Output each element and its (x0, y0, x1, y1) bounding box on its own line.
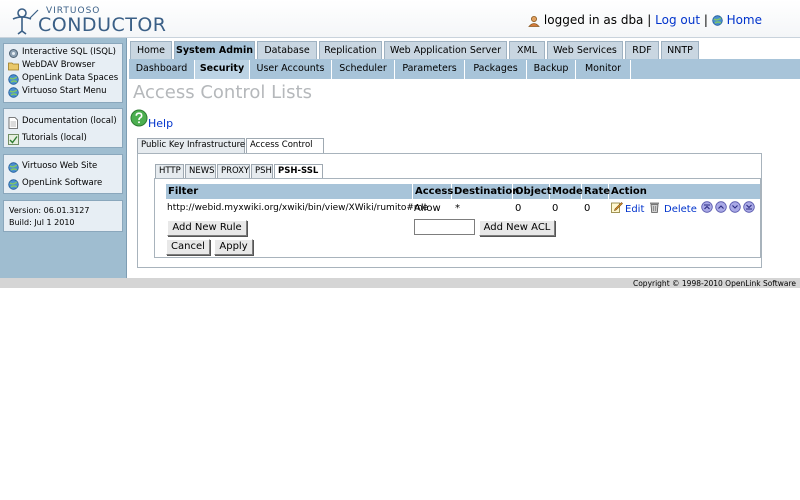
col-filter: Filter (166, 184, 413, 199)
conductor-logo-icon (12, 8, 39, 35)
separator: | (647, 13, 652, 27)
sidebar-item-tutorials[interactable]: Tutorials (local) (4, 133, 122, 146)
sidebar-item-label: OpenLink Data Spaces (22, 73, 119, 83)
sidebar-item-start-menu[interactable]: Virtuoso Start Menu (4, 86, 122, 99)
tab-replication[interactable]: Replication (319, 41, 382, 59)
sidebar-item-label: Virtuoso Web Site (22, 161, 98, 171)
version-text: Version: 06.01.3127 (9, 206, 90, 215)
tab-dashboard[interactable]: Dashboard (129, 60, 195, 79)
edit-link[interactable]: Edit (625, 204, 644, 215)
col-action: Action (611, 186, 647, 197)
tab-news[interactable]: NEWS (185, 164, 216, 178)
sidebar-item-documentation[interactable]: Documentation (local) (4, 116, 122, 133)
sidebar-item-isql[interactable]: Interactive SQL (ISQL) (4, 47, 122, 60)
tab-database[interactable]: Database (257, 41, 317, 59)
tab-proxy[interactable]: PROXY (217, 164, 250, 178)
delete-icon[interactable] (649, 201, 660, 213)
page-title: Access Control Lists (133, 82, 312, 103)
tab-nntp[interactable]: NNTP (661, 41, 699, 59)
header: VIRTUOSO CONDUCTOR logged in as dba | Lo… (0, 0, 800, 38)
tab-rdf[interactable]: RDF (625, 41, 659, 59)
build-text: Build: Jul 1 2010 (9, 218, 75, 227)
access-cell: Allow (414, 203, 441, 214)
tab-xml[interactable]: XML (509, 41, 545, 59)
globe-icon (8, 87, 19, 98)
sidebar-item-label: Interactive SQL (ISQL) (22, 47, 116, 57)
sidebar-item-label: Documentation (local) (22, 116, 117, 126)
cancel-button[interactable]: Cancel (166, 239, 210, 255)
tab-monitor[interactable]: Monitor (576, 60, 631, 79)
sidebar-item-virtuoso-site[interactable]: Virtuoso Web Site (4, 161, 122, 178)
col-destination: Destination (454, 184, 520, 199)
home-link[interactable]: Home (727, 13, 762, 27)
mode-cell: 0 (552, 203, 559, 214)
tab-parameters[interactable]: Parameters (395, 60, 465, 79)
globe-icon (8, 179, 19, 190)
sidebar-group-docs: Documentation (local) Tutorials (local) (3, 108, 123, 148)
tab-security[interactable]: Security (195, 60, 250, 79)
logo-big-text: CONDUCTOR (38, 14, 167, 36)
sidebar-version-box: Version: 06.01.3127 Build: Jul 1 2010 (3, 200, 123, 232)
sidebar-group-tools: Interactive SQL (ISQL) WebDAV Browser Op… (3, 43, 123, 103)
destination-cell: * (455, 203, 460, 214)
folder-icon (8, 62, 19, 71)
col-mode: Mode (552, 184, 583, 199)
edit-icon[interactable] (611, 201, 623, 213)
separator: | (703, 13, 708, 27)
home-globe-icon (712, 15, 723, 26)
add-new-acl-button[interactable]: Add New ACL (479, 220, 555, 236)
col-rate: Rate (584, 184, 611, 199)
tab-system-admin[interactable]: System Admin (174, 41, 255, 59)
sidebar: Interactive SQL (ISQL) WebDAV Browser Op… (0, 38, 127, 278)
globe-icon (8, 162, 19, 173)
conductor-logo: VIRTUOSO CONDUCTOR (8, 4, 166, 36)
rate-cell: 0 (584, 203, 591, 214)
gear-icon (9, 49, 18, 58)
tab-web-services[interactable]: Web Services (547, 41, 623, 59)
sidebar-item-label: Tutorials (local) (22, 133, 87, 143)
move-last-icon[interactable] (743, 201, 755, 213)
sidebar-item-webdav[interactable]: WebDAV Browser (4, 60, 122, 73)
move-up-icon[interactable] (715, 201, 727, 213)
tutorial-icon (8, 134, 19, 145)
tab-psh[interactable]: PSH (251, 164, 273, 178)
table-header: Filter Access Destination Object Mode Ra… (166, 184, 760, 199)
tab-user-accounts[interactable]: User Accounts (250, 60, 332, 79)
help-icon (130, 109, 148, 127)
move-first-icon[interactable] (701, 201, 713, 213)
sidebar-item-openlink[interactable]: OpenLink Software (4, 178, 122, 191)
object-cell: 0 (515, 203, 522, 214)
add-new-rule-button[interactable]: Add New Rule (167, 220, 247, 236)
tab-web-application-server[interactable]: Web Application Server (384, 41, 507, 59)
sidebar-item-label: WebDAV Browser (22, 60, 96, 70)
move-down-icon[interactable] (729, 201, 741, 213)
tab-scheduler[interactable]: Scheduler (332, 60, 395, 79)
tab-psh-ssl[interactable]: PSH-SSL (274, 164, 323, 178)
tab-access-control[interactable]: Access Control (246, 138, 324, 153)
tab-public-key-infrastructure[interactable]: Public Key Infrastructure (137, 138, 245, 153)
user-icon (528, 15, 540, 27)
sidebar-item-label: OpenLink Software (22, 178, 103, 188)
col-access: Access (415, 184, 454, 199)
delete-link[interactable]: Delete (664, 204, 697, 215)
user-bar: logged in as dba | Log out | Home (528, 13, 762, 27)
globe-icon (8, 74, 19, 85)
tab-home[interactable]: Home (130, 41, 172, 59)
col-object: Object (515, 184, 552, 199)
acl-name-input[interactable] (414, 219, 475, 235)
copyright-text: Copyright © 1998-2010 OpenLink Software (632, 279, 796, 288)
apply-button[interactable]: Apply (214, 239, 253, 255)
sub-tabs-bar: Dashboard Security User Accounts Schedul… (129, 59, 800, 79)
tab-packages[interactable]: Packages (465, 60, 527, 79)
logged-in-text: logged in as dba (543, 13, 644, 27)
sidebar-item-ods[interactable]: OpenLink Data Spaces (4, 73, 122, 86)
sidebar-group-links: Virtuoso Web Site OpenLink Software (3, 154, 123, 194)
help-label: Help (148, 117, 174, 130)
tab-backup[interactable]: Backup (527, 60, 576, 79)
filter-cell: http://webid.myxwiki.org/xwiki/bin/view/… (167, 203, 429, 213)
sidebar-item-label: Virtuoso Start Menu (22, 86, 107, 96)
document-icon (8, 117, 18, 129)
logout-link[interactable]: Log out (655, 13, 700, 27)
tab-http[interactable]: HTTP (155, 164, 184, 178)
